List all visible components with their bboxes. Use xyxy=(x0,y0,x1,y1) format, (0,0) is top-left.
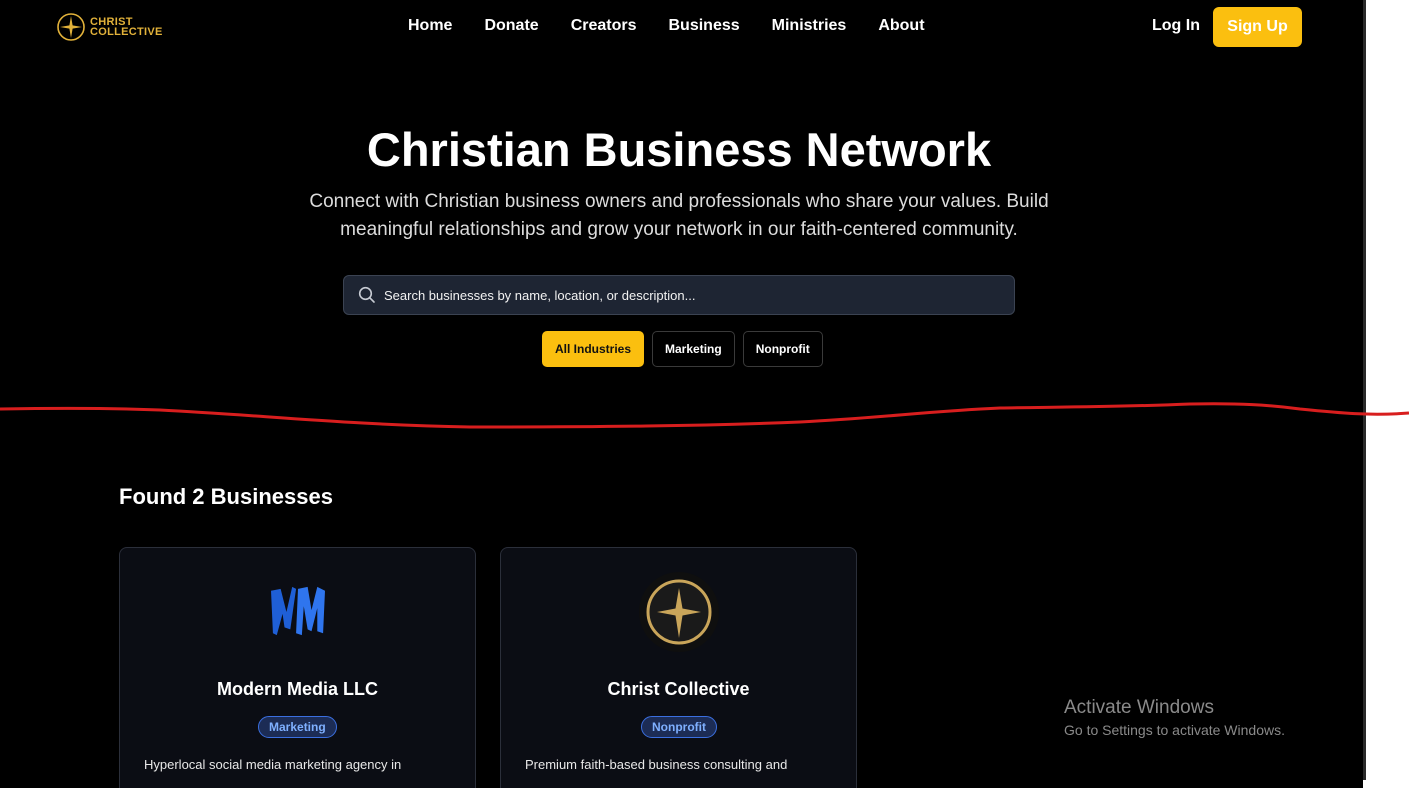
search-icon xyxy=(358,286,375,303)
filter-all-industries[interactable]: All Industries xyxy=(542,331,645,367)
top-nav: CHRIST COLLECTIVE Home Donate Creators B… xyxy=(0,0,1363,56)
nav-business[interactable]: Business xyxy=(669,17,740,35)
activate-windows-watermark: Activate Windows Go to Settings to activ… xyxy=(1064,697,1285,738)
nav-about[interactable]: About xyxy=(878,17,924,35)
category-badge: Nonprofit xyxy=(641,716,717,738)
search-input[interactable] xyxy=(384,287,984,303)
business-name[interactable]: Christ Collective xyxy=(501,679,856,700)
nav-home[interactable]: Home xyxy=(408,17,452,35)
business-name[interactable]: Modern Media LLC xyxy=(120,679,475,700)
nav-links: Home Donate Creators Business Ministries… xyxy=(408,17,925,35)
filter-marketing[interactable]: Marketing xyxy=(652,331,735,367)
business-description: Hyperlocal social media marketing agency… xyxy=(144,757,402,772)
mm-logo-icon xyxy=(258,572,338,652)
filter-nonprofit[interactable]: Nonprofit xyxy=(742,331,823,367)
business-card[interactable]: Christ Collective Nonprofit Premium fait… xyxy=(500,547,857,788)
hero-subtitle-line1: Connect with Christian business owners a… xyxy=(309,191,1049,212)
business-card[interactable]: Modern Media LLC Marketing Hyperlocal so… xyxy=(119,547,476,788)
star-logo-icon xyxy=(57,13,85,41)
hero-subtitle: Connect with Christian business owners a… xyxy=(280,188,1078,244)
watermark-title: Activate Windows xyxy=(1064,697,1214,718)
page-title: Christian Business Network xyxy=(366,123,992,176)
nav-ministries[interactable]: Ministries xyxy=(772,17,847,35)
nav-donate[interactable]: Donate xyxy=(484,17,538,35)
business-description: Premium faith-based business consulting … xyxy=(525,757,788,772)
signup-button[interactable]: Sign Up xyxy=(1213,7,1302,47)
page: CHRIST COLLECTIVE Home Donate Creators B… xyxy=(0,0,1363,788)
hero-subtitle-line2: meaningful relationships and grow your n… xyxy=(340,219,1018,240)
industry-filters: All Industries Marketing Nonprofit xyxy=(542,331,823,367)
site-logo[interactable]: CHRIST COLLECTIVE xyxy=(56,12,163,42)
logo-text: CHRIST COLLECTIVE xyxy=(90,17,163,38)
category-badge: Marketing xyxy=(258,716,337,738)
logo-line2: COLLECTIVE xyxy=(90,26,163,38)
watermark-subtitle: Go to Settings to activate Windows. xyxy=(1064,722,1285,738)
nav-creators[interactable]: Creators xyxy=(571,17,637,35)
red-annotation-line xyxy=(0,402,1409,429)
results-heading: Found 2 Businesses xyxy=(119,484,333,509)
star-cross-logo-icon xyxy=(639,572,719,652)
window-edge xyxy=(1363,0,1366,780)
search-bar[interactable] xyxy=(343,275,1015,315)
login-link[interactable]: Log In xyxy=(1152,17,1200,35)
